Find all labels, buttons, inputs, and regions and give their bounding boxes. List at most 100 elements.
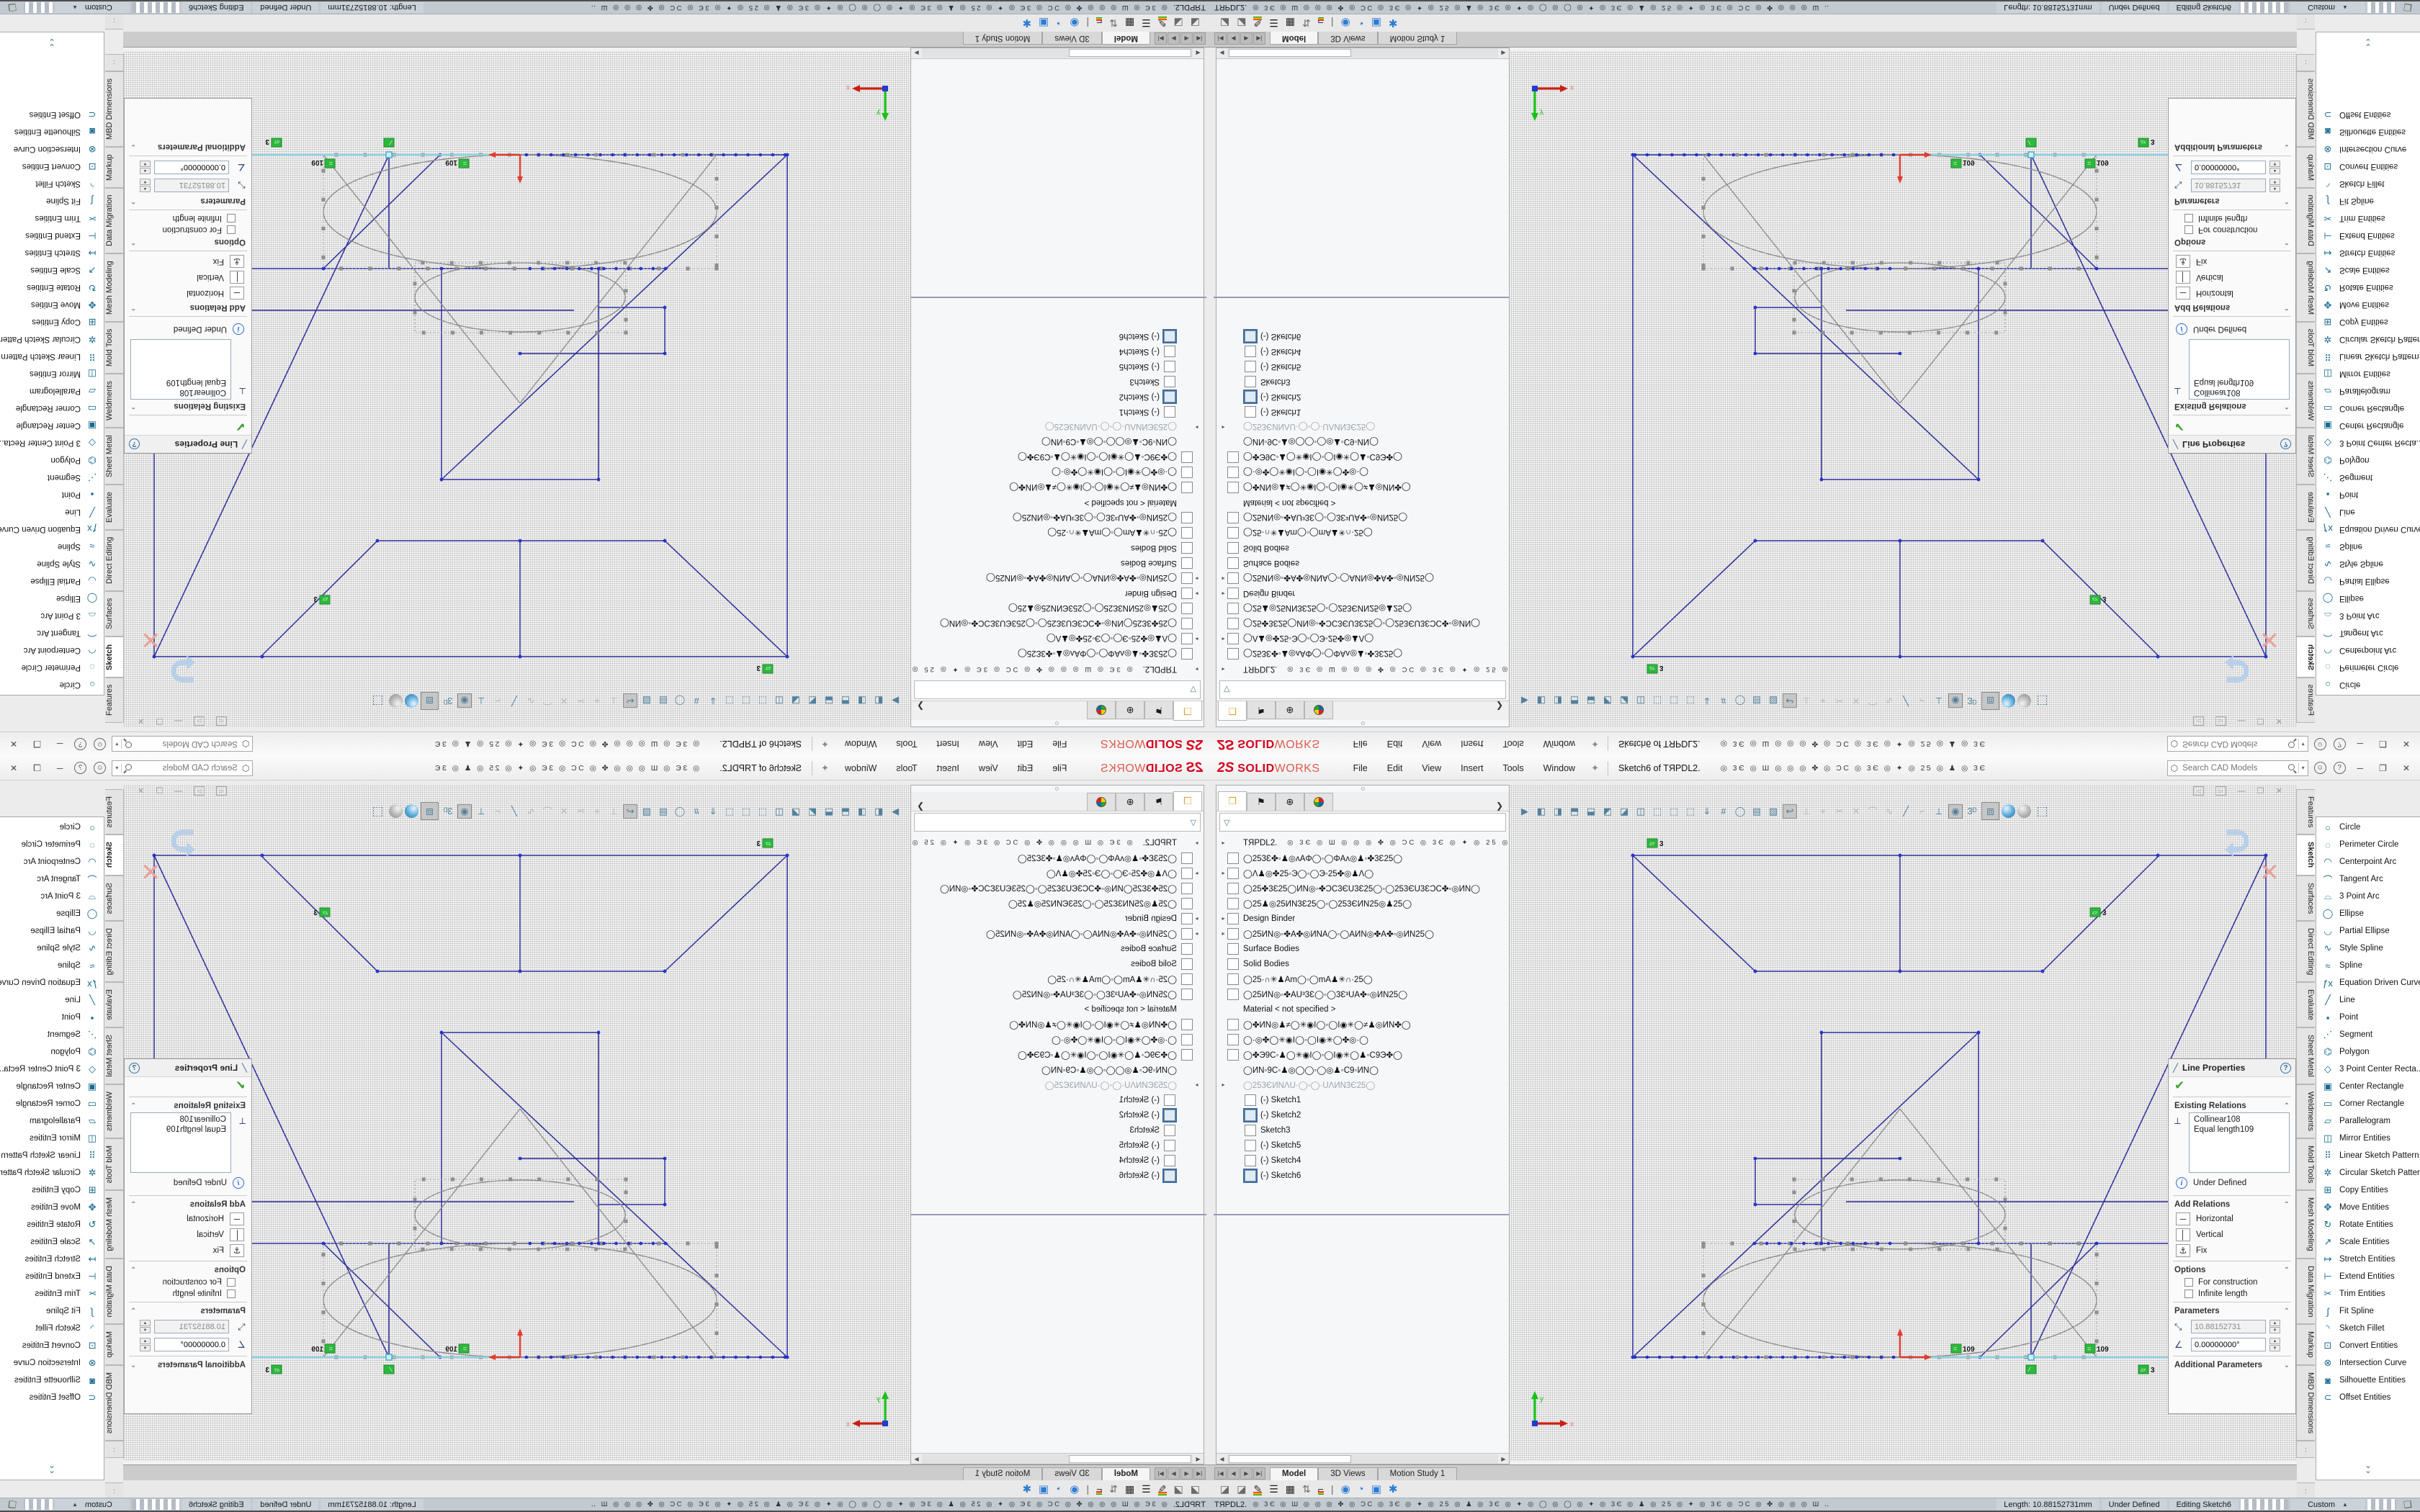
sketch-tool-item[interactable]: ⊗ Intersection Curve [0, 1354, 104, 1372]
search-dropdown-icon[interactable]: ▾ [2302, 765, 2305, 771]
sketch-tool-item[interactable]: ◠ Centerpoint Arc [2316, 853, 2420, 870]
view-toolbar-icon[interactable]: ⬚ [739, 804, 753, 819]
scene-cube-icon[interactable]: ⬚ [2033, 692, 2051, 710]
commandmanager-tab[interactable]: Sheet Metal [2296, 1027, 2315, 1084]
view-toolbar-icon[interactable]: ⬚ [1667, 804, 1681, 819]
pane-right-icon[interactable]: ▷ [2215, 716, 2226, 726]
menu-item[interactable]: View [1422, 739, 1441, 750]
search-icon[interactable] [125, 764, 132, 770]
view-toolbar-icon[interactable]: ▨ [1766, 694, 1780, 708]
pane-left-icon[interactable]: ◁ [216, 786, 227, 796]
ok-check-icon[interactable]: ✔ [125, 418, 251, 435]
realview-sphere-icon[interactable] [405, 804, 418, 818]
realview-sphere-icon[interactable] [405, 694, 418, 708]
sketch-tool-item[interactable]: ⊗ Intersection Curve [2316, 1354, 2420, 1372]
scroll-right-icon[interactable]: ▶ [911, 50, 922, 57]
view-toolbar-icon[interactable]: ⊥ [1799, 694, 1814, 708]
spinner[interactable]: ▲▼ [140, 161, 151, 174]
relation-type-icon[interactable]: ─ [2176, 287, 2190, 300]
tab-scroll-arrow-icon[interactable]: |◀ [1214, 32, 1227, 45]
selected-endpoint-handle[interactable] [2028, 152, 2034, 158]
commandmanager-tab[interactable]: Weldments [2296, 1084, 2315, 1138]
view-toolbar-icon[interactable]: ⇓ [706, 804, 720, 819]
sketch-tool-item[interactable]: ⊢ Extend Entities [2316, 1268, 2420, 1285]
tab-displaymanager[interactable] [1304, 701, 1333, 719]
selected-endpoint-handle[interactable] [2028, 1354, 2034, 1360]
view-toolbar-icon[interactable]: ▨ [640, 694, 654, 708]
panel-splitter-handle[interactable] [1216, 720, 1509, 726]
view-toolbar-icon[interactable]: ⬓ [1584, 694, 1598, 708]
exit-sketch-icon[interactable] [2216, 648, 2254, 685]
relations-listbox[interactable]: Collinear108Equal length109 [2189, 339, 2290, 400]
bottom-toolbar-icon[interactable]: ◉ [1070, 17, 1079, 30]
search-box[interactable]: ⬡ ▾ [2167, 737, 2308, 752]
commandmanager-tab[interactable]: Mesh Modeling [2296, 1190, 2315, 1259]
tab-scroll-arrow-icon[interactable]: ▶| [1155, 1467, 1167, 1480]
sketch-tool-item[interactable]: ↻ Rotate Entities [0, 1216, 104, 1233]
bottom-toolbar-icon[interactable]: ✎ [1253, 1483, 1262, 1495]
pane-right-icon[interactable]: ▷ [194, 716, 205, 726]
scrollbar-track[interactable] [1227, 49, 1498, 58]
sketch-tool-item[interactable]: ◡ Partial Ellipse [2316, 922, 2420, 940]
commandmanager-tab[interactable]: Evaluate [2296, 982, 2315, 1027]
view-toolbar-icon[interactable]: ⬒ [838, 694, 853, 708]
view-toolbar-icon[interactable]: ✂ [573, 694, 588, 708]
tab-scroll-arrow-icon[interactable]: ◀ [1180, 32, 1193, 45]
collapse-icon[interactable]: ⌃ [2284, 1102, 2290, 1110]
checkbox[interactable] [227, 1290, 236, 1298]
section-parameters[interactable]: Parameters ⌃ [125, 1305, 251, 1318]
view-toolbar-icon[interactable]: ◫ [772, 694, 786, 708]
feature-tree-item[interactable]: ▸ Solid Bodies [1219, 541, 1509, 556]
section-add-relations[interactable]: Add Relations ⌃ [2169, 301, 2295, 314]
feature-tree-item[interactable]: ▸ ◯ИN◦9С◦♟◎◯◯◦◯◎♟◦С9◦ИN◯ [911, 1062, 1201, 1077]
search-input[interactable] [133, 763, 239, 773]
panel-help-icon[interactable]: ? [129, 439, 140, 450]
feature-tree-item[interactable]: ▸ (-) Sketch4 [1219, 344, 1509, 359]
search-input[interactable] [133, 739, 239, 750]
section-add-relations[interactable]: Add Relations ⌃ [125, 1198, 251, 1211]
view-toolbar-icon[interactable]: ▤ [1749, 804, 1764, 819]
bottom-toolbar-icon[interactable]: ◪ [1220, 17, 1229, 30]
bottom-toolbar-icon[interactable]: | [1331, 1483, 1334, 1495]
sketch-tool-item[interactable]: ⊂ Offset Entities [2316, 106, 2420, 123]
spinner[interactable]: ▲▼ [2269, 161, 2280, 174]
bottom-toolbar-icon[interactable]: ◔ [1056, 1483, 1062, 1495]
option-row[interactable]: For construction [125, 1277, 251, 1288]
expand-arrow-icon[interactable]: ▸ [1219, 840, 1227, 846]
view-toolbar-icon[interactable]: ∿ [524, 804, 538, 819]
feature-tree-item[interactable]: ▸ Surface Bodies [1219, 556, 1509, 571]
commandmanager-tab[interactable]: Mold Tools [105, 322, 124, 374]
sketch-tool-item[interactable]: ◠ Centerpoint Arc [0, 642, 104, 659]
feature-tree-item[interactable]: ▸ Material < not specified > [1219, 1002, 1509, 1017]
option-row[interactable]: Infinite length [2169, 1288, 2295, 1300]
view-toolbar-icon[interactable]: 3ᴰ [441, 694, 455, 708]
feature-tree-item[interactable]: ▸ (-) Sketch5 [1219, 1138, 1509, 1153]
section-options[interactable]: Options ⌃ [2169, 1264, 2295, 1277]
bottom-toolbar-icon[interactable]: ✎ [1158, 1483, 1167, 1495]
section-add-relations[interactable]: Add Relations ⌃ [2169, 1198, 2295, 1211]
sketch-tool-item[interactable]: ✲ Circular Sketch Pattern [0, 330, 104, 348]
view-toolbar-icon[interactable]: ⌒ [540, 694, 555, 708]
commandmanager-tab[interactable]: Markup [2296, 147, 2315, 188]
feature-tree-item[interactable]: ▸ ◯✤Э9С◦♟◯✳◉I◯◦◯I◉✳◯♟◦С9Э✤◯ [911, 1047, 1201, 1062]
view-toolbar-icon[interactable]: ◩ [1600, 694, 1615, 708]
bottom-toolbar-icon[interactable]: ◉ [1341, 1482, 1350, 1495]
feature-tree-item[interactable]: ▸ Surface Bodies [1219, 941, 1509, 956]
feature-tree-item[interactable]: ▸ (-) Sketch1 [911, 405, 1201, 420]
tab-scroll-arrow-icon[interactable]: ▶ [1240, 1467, 1252, 1480]
relation-type-icon[interactable]: ⚓ [2176, 1244, 2190, 1257]
feature-tree-item[interactable]: ▸ ◯253Ɛ✤◦♟◎ʌАΦ◯◦◯ΦАʌ◎♟◦✤3Ɛ25◯ [1219, 647, 1509, 662]
sketch-tool-item[interactable]: ○ Circle [2316, 819, 2420, 836]
feature-tree-item[interactable]: ▸ (-) Sketch6 [1219, 1168, 1509, 1183]
tab-overflow-arrow[interactable]: ❯ [1490, 701, 1509, 711]
unit-system-dropdown[interactable]: Custom ▲ [2290, 1499, 2365, 1510]
section-add-relations[interactable]: Add Relations ⌃ [125, 301, 251, 314]
tab-propertymanager[interactable]: ⚑ [1247, 793, 1276, 811]
menu-item[interactable]: View [1422, 763, 1441, 773]
feature-tree-item[interactable]: ▸ ◯253ЄИNΛU·◯◦◯·UΛИN3Є25◯ [1219, 420, 1509, 435]
section-additional-parameters[interactable]: Additional Parameters ⌄ [2169, 1359, 2295, 1372]
bottom-toolbar-icon[interactable]: ☰ [1269, 17, 1278, 30]
feature-tree-item[interactable]: ▸ ◯✤ИN◎♟≠◯✳◉I◯◦◯I◉✳◯≠♟◎ИN✤◯ [911, 480, 1201, 495]
commandmanager-tab[interactable]: Mold Tools [2296, 322, 2315, 374]
commandmanager-tab[interactable]: Features [2296, 678, 2315, 723]
